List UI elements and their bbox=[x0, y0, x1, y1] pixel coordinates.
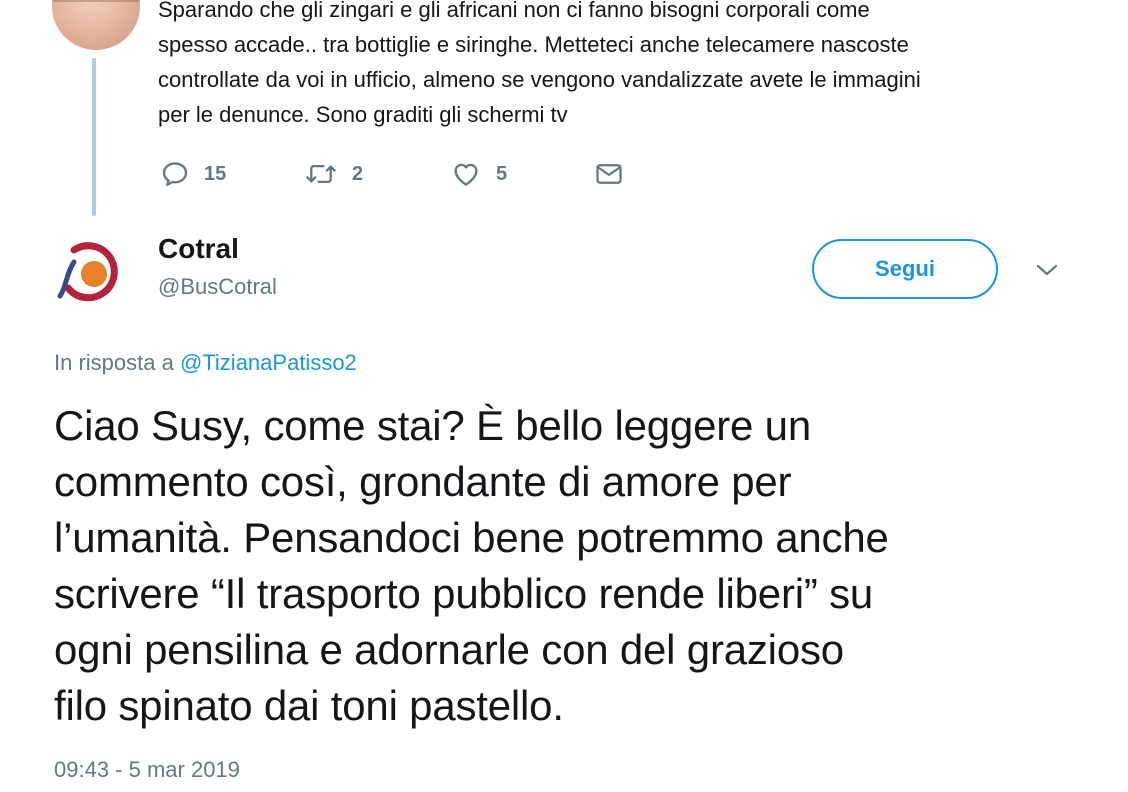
retweet-count: 2 bbox=[352, 162, 364, 185]
chevron-down-icon bbox=[1035, 262, 1059, 283]
parent-text-line: controllate da voi in ufficio, almeno se… bbox=[158, 67, 921, 92]
tweet-text-line: ogni pensilina e adornarle con del grazi… bbox=[54, 626, 844, 673]
reply-count: 15 bbox=[204, 162, 227, 185]
tweet-text-line: commento così, grondante di amore per bbox=[54, 458, 792, 505]
message-action[interactable] bbox=[594, 154, 624, 194]
retweet-action[interactable]: 2 bbox=[304, 154, 363, 194]
reply-context: In risposta a @TizianaPatisso2 bbox=[54, 350, 357, 376]
cotral-logo-avatar[interactable] bbox=[54, 238, 130, 308]
reply-to-mention[interactable]: @TizianaPatisso2 bbox=[180, 350, 357, 375]
reply-action[interactable]: 15 bbox=[160, 154, 226, 194]
tweet-text-line: l’umanità. Pensandoci bene potremmo anch… bbox=[54, 514, 889, 561]
avatar-hair bbox=[52, 0, 140, 2]
retweet-icon bbox=[304, 159, 338, 189]
tweet-text-line: scrivere “Il trasporto pubblico rende li… bbox=[54, 570, 874, 617]
cotral-logo bbox=[57, 242, 118, 302]
envelope-icon bbox=[594, 159, 624, 189]
like-count: 5 bbox=[496, 162, 508, 185]
parent-avatar[interactable] bbox=[52, 0, 140, 50]
tweet-text-line: filo spinato dai toni pastello. bbox=[54, 682, 564, 729]
reply-context-prefix: In risposta a bbox=[54, 350, 174, 375]
more-options-button[interactable] bbox=[1032, 258, 1062, 286]
parent-tweet-text: Sparando che gli zingari e gli africani … bbox=[158, 0, 1078, 132]
heart-icon bbox=[450, 159, 482, 189]
follow-button[interactable]: Segui bbox=[812, 239, 998, 299]
author-handle[interactable]: @BusCotral bbox=[158, 274, 277, 300]
thread-connector-line bbox=[92, 58, 96, 216]
parent-text-line: spesso accade.. tra bottiglie e siringhe… bbox=[158, 32, 909, 57]
parent-text-line: per le denunce. Sono graditi gli schermi… bbox=[158, 102, 568, 127]
tweet-text: Ciao Susy, come stai? È bello leggere un… bbox=[54, 398, 1094, 734]
tweet-text-line: Ciao Susy, come stai? È bello leggere un bbox=[54, 402, 811, 449]
reply-icon bbox=[160, 159, 190, 189]
like-action[interactable]: 5 bbox=[450, 154, 507, 194]
tweet-timestamp[interactable]: 09:43 - 5 mar 2019 bbox=[54, 757, 240, 783]
author-name[interactable]: Cotral bbox=[158, 233, 239, 265]
parent-text-line: Sparando che gli zingari e gli africani … bbox=[158, 0, 870, 22]
